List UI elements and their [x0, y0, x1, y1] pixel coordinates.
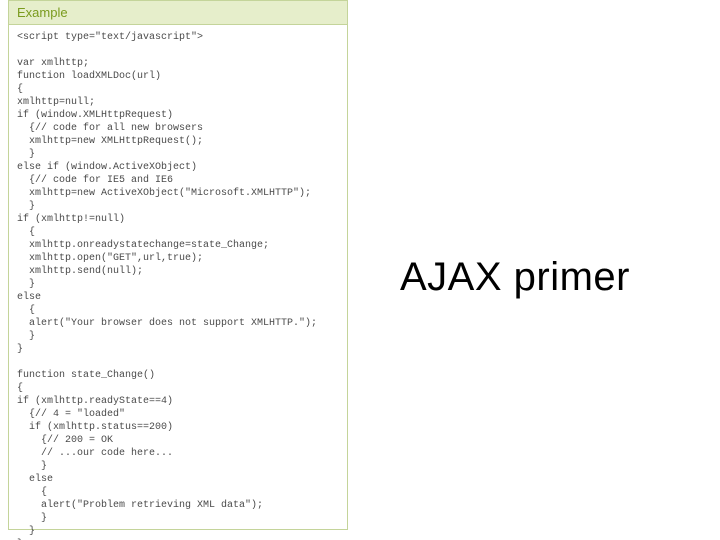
slide-title: AJAX primer [400, 255, 630, 300]
example-header: Example [9, 1, 347, 25]
example-code: <script type="text/javascript"> var xmlh… [9, 25, 347, 540]
example-panel: Example <script type="text/javascript"> … [8, 0, 348, 530]
